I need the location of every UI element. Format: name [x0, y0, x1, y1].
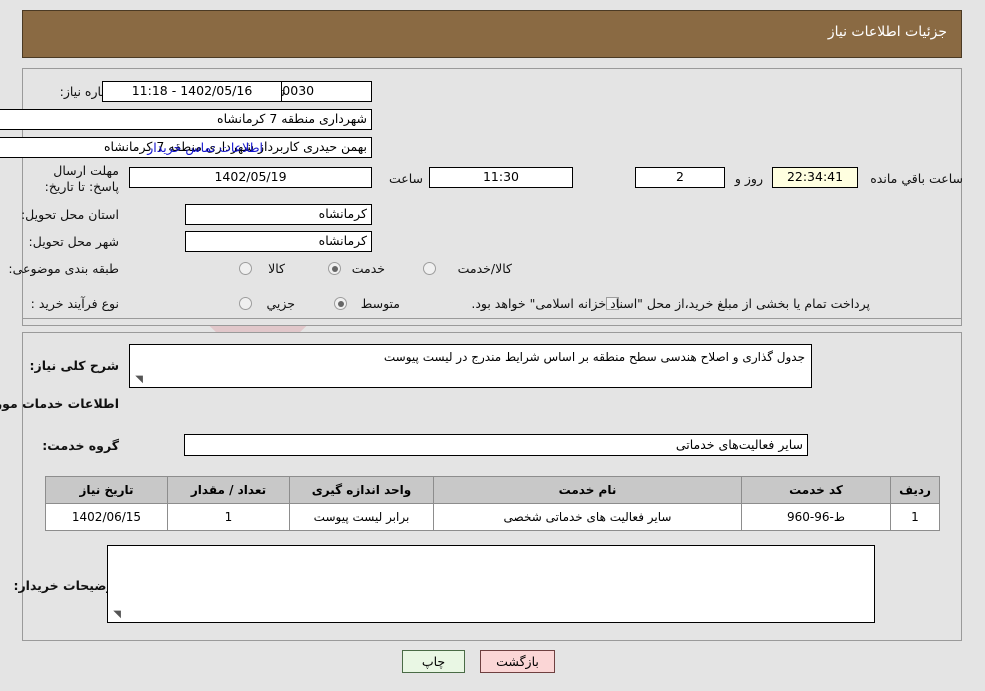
province-field[interactable]: کرمانشاه	[185, 204, 372, 225]
buyer-org-field[interactable]: شهرداری منطقه 7 کرمانشاه	[0, 109, 372, 130]
remaining-days-label: روز و	[734, 171, 763, 186]
announce-datetime-field[interactable]: 1402/05/16 - 11:18	[102, 81, 282, 102]
deadline-hour-label: ساعت	[388, 171, 423, 186]
col-date: تاریخ نیاز	[45, 476, 168, 504]
col-row: ردیف	[890, 476, 940, 504]
deadline-time-field[interactable]: 11:30	[429, 167, 573, 188]
countdown-label: ساعت باقي مانده	[870, 171, 963, 186]
category-radio-khedmat[interactable]	[328, 262, 341, 275]
category-label: طبقه بندی موضوعی:	[8, 261, 119, 276]
remaining-days-field[interactable]: 2	[635, 167, 725, 188]
summary-label: شرح کلی نیاز:	[29, 358, 119, 373]
deadline-date-field[interactable]: 1402/05/19	[129, 167, 372, 188]
city-field[interactable]: کرمانشاه	[185, 231, 372, 252]
resize-grip-icon-2[interactable]: ◥	[111, 610, 121, 620]
page-root: جزئیات اطلاعات نیاز شماره نیاز: 11020500…	[0, 0, 985, 691]
province-label: استان محل تحویل:	[20, 207, 119, 222]
treasury-bonds-note: پرداخت تمام یا بخشی از مبلغ خرید،از محل …	[471, 296, 870, 311]
process-label-jozee: جزیي	[266, 296, 295, 311]
category-label-kala-khedmat: کالا/خدمت	[457, 261, 512, 276]
countdown-timer-field: 22:34:41	[772, 167, 858, 188]
category-radio-kala-khedmat[interactable]	[423, 262, 436, 275]
buyer-notes-label: توضیحات خریدار:	[13, 578, 119, 593]
service-section-title: اطلاعات خدمات مورد نیاز	[0, 396, 119, 411]
cell-qty: 1	[167, 503, 290, 531]
table-header-row: ردیف کد خدمت نام خدمت واحد اندازه گیری ت…	[45, 476, 940, 504]
page-header-bar: جزئیات اطلاعات نیاز	[22, 10, 962, 58]
need-info-panel	[22, 68, 962, 326]
buyer-contact-link[interactable]: اطلاعات تماس خریدار	[147, 140, 263, 155]
cell-unit: برابر لیست پیوست	[289, 503, 434, 531]
category-label-kala: کالا	[268, 261, 285, 276]
summary-text: جدول گذاری و اصلاح هندسی سطح منطقه بر اس…	[383, 350, 805, 364]
print-button[interactable]: چاپ	[402, 650, 465, 673]
process-radio-jozee[interactable]	[239, 297, 252, 310]
col-qty: تعداد / مقدار	[167, 476, 290, 504]
cell-code: ط-96-960	[741, 503, 891, 531]
cell-name: سایر فعالیت های خدماتی شخصی	[433, 503, 742, 531]
buyer-notes-textarea[interactable]: ◥	[107, 545, 875, 623]
city-label: شهر محل تحویل:	[28, 234, 119, 249]
service-group-field[interactable]: سایر فعالیت‌های خدماتی	[184, 434, 808, 456]
process-radio-motevaset[interactable]	[334, 297, 347, 310]
cell-date: 1402/06/15	[45, 503, 168, 531]
back-button[interactable]: بازگشت	[480, 650, 555, 673]
col-code: کد خدمت	[741, 476, 891, 504]
category-radio-kala[interactable]	[239, 262, 252, 275]
col-name: نام خدمت	[433, 476, 742, 504]
services-table: ردیف کد خدمت نام خدمت واحد اندازه گیری ت…	[45, 476, 940, 531]
divider-rule-1	[23, 318, 961, 319]
cell-row: 1	[890, 503, 940, 531]
service-group-label: گروه خدمت:	[42, 438, 119, 453]
process-label: نوع فرآیند خرید :	[30, 296, 119, 311]
page-title: جزئیات اطلاعات نیاز	[827, 24, 947, 40]
process-label-motevaset: متوسط	[360, 296, 400, 311]
category-label-khedmat: خدمت	[351, 261, 385, 276]
col-unit: واحد اندازه گیری	[289, 476, 434, 504]
summary-textarea[interactable]: جدول گذاری و اصلاح هندسی سطح منطقه بر اس…	[129, 344, 812, 388]
table-row: 1 ط-96-960 سایر فعالیت های خدماتی شخصی ب…	[45, 503, 940, 531]
resize-grip-icon[interactable]: ◥	[133, 375, 143, 385]
deadline-label: مهلت ارسال پاسخ: تا تاریخ:	[44, 163, 119, 194]
